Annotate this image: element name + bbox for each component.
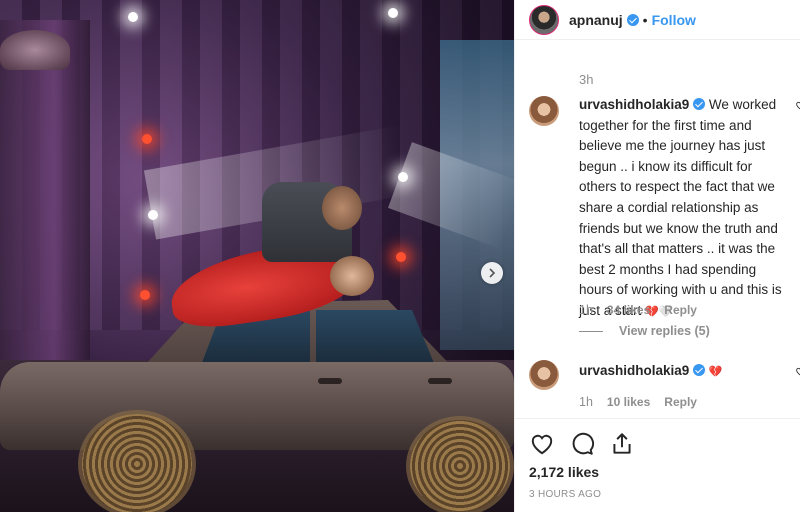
comment-body: urvashidholakia9 We worked together for … <box>579 95 793 323</box>
post-timestamp: 3 HOURS AGO <box>529 489 602 500</box>
car-wheel <box>410 420 510 512</box>
commenter-avatar[interactable] <box>529 360 559 390</box>
stage-red-light <box>142 134 152 144</box>
stage-red-light <box>140 290 150 300</box>
comment-time: 1h <box>579 303 593 317</box>
verified-badge-icon <box>693 364 706 376</box>
author-avatar[interactable] <box>529 4 559 35</box>
post-details-panel: apnanuj • Follow 3h urvashidholakia9 We … <box>514 0 800 512</box>
author-username[interactable]: apnanuj <box>569 12 623 28</box>
view-replies-label: View replies (5) <box>619 324 710 338</box>
follow-button[interactable]: Follow <box>652 12 696 28</box>
stage-spotlight <box>128 12 138 22</box>
post-time: 3h <box>579 72 594 87</box>
commenter-avatar[interactable] <box>529 96 559 126</box>
stage-spotlight <box>148 210 158 220</box>
small-heart-icon[interactable] <box>795 100 800 112</box>
post-header: apnanuj • Follow <box>515 0 800 40</box>
stage-curtain <box>0 20 90 380</box>
comment-text: We worked together for the first time an… <box>579 97 782 318</box>
verified-badge-icon <box>693 98 706 110</box>
stage-lamp <box>0 30 70 70</box>
header-separator: • <box>642 11 648 28</box>
view-replies-button[interactable]: View replies (5) <box>579 324 710 338</box>
commenter-username[interactable]: urvashidholakia9 <box>579 97 689 112</box>
comment-likes[interactable]: 10 likes <box>607 395 650 409</box>
reply-button[interactable]: Reply <box>664 395 697 409</box>
comment-meta: 1h 10 likes Reply <box>579 395 697 409</box>
car-door-handle <box>318 378 342 384</box>
post-actions: 2,172 likes 3 HOURS AGO <box>515 418 800 512</box>
stage-spotlight <box>398 172 408 182</box>
performer-woman-head <box>330 256 374 296</box>
verified-badge-icon <box>626 13 639 26</box>
chevron-right-icon[interactable] <box>481 262 503 284</box>
comment-bubble-icon[interactable] <box>569 431 595 457</box>
comment-time: 1h <box>579 395 593 409</box>
stage-spotlight <box>388 8 398 18</box>
post-likes-count[interactable]: 2,172 likes <box>529 464 599 480</box>
comment-emoji: 💔 <box>708 366 723 378</box>
commenter-username[interactable]: urvashidholakia9 <box>579 363 689 378</box>
performer-man-head <box>322 186 362 230</box>
small-heart-icon[interactable] <box>795 366 800 378</box>
comment-meta: 1h 34 likes Reply <box>579 303 697 317</box>
car-door-handle <box>428 378 452 384</box>
replies-divider <box>579 330 603 332</box>
share-icon[interactable] <box>609 431 635 457</box>
reply-button[interactable]: Reply <box>664 303 697 317</box>
car-wheel <box>82 414 192 512</box>
heart-icon[interactable] <box>529 431 555 457</box>
comment-body: urvashidholakia9 💔 <box>579 361 793 383</box>
post-photo[interactable] <box>0 0 514 512</box>
comment-likes[interactable]: 34 likes <box>607 303 650 317</box>
stage-red-light <box>396 252 406 262</box>
